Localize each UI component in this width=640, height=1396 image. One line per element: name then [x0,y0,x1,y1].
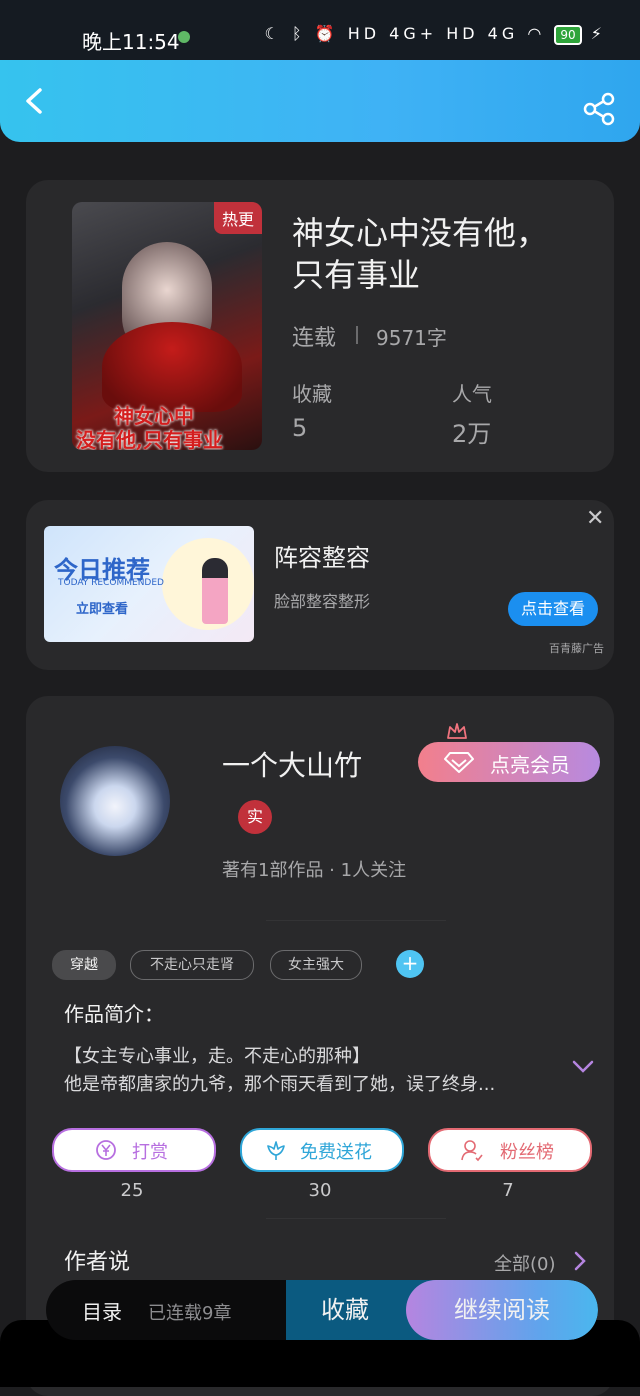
send-flower-button[interactable]: 免费送花 [240,1128,404,1172]
word-count: 9571字 [376,326,447,350]
yen-coin-icon [96,1140,116,1160]
ad-banner-image[interactable]: 今日推荐 TODAY RECOMMENDED 立即查看 [44,526,254,642]
send-flower-label: 免费送花 [300,1142,372,1163]
notification-dot-icon [178,31,190,43]
chevron-right-icon[interactable] [574,1251,586,1271]
book-cover[interactable]: 热更 神女心中 没有他,只有事业 [72,202,262,450]
ad-subtitle: 脸部整容整形 [274,592,371,611]
author-says-title: 作者说 [64,1250,131,1275]
back-arrow-icon[interactable] [22,88,48,114]
toc-button[interactable]: 目录 [82,1296,122,1325]
cover-title-line2: 没有他,只有事业 [76,428,223,450]
book-status: 连载 [292,326,337,351]
alarm-icon: ⏰ [314,24,339,43]
chapter-count: 已连载9章 [148,1303,232,1324]
share-icon[interactable] [582,92,616,126]
tip-button[interactable]: 打赏 [52,1128,216,1172]
section-divider [266,920,446,921]
network-label: HD 4G+ HD 4G [347,24,519,43]
cover-figure-dress [102,322,242,412]
status-bar: 晚上11:54 ☾ ᛒ ⏰ HD 4G+ HD 4G ◠ 90 ⚡ [0,0,640,60]
popularity-value: 2万 [452,420,492,448]
ad-view-button[interactable]: 点击查看 [508,592,598,626]
add-tag-button[interactable]: + [396,950,424,978]
ad-banner-cta: 立即查看 [76,602,129,617]
book-info-card: 热更 神女心中 没有他,只有事业 神女心中没有他，只有事业 连载 9571字 收… [26,180,614,472]
bottom-action-bar: 目录 已连载9章 收藏 继续阅读 [46,1280,598,1340]
ad-title: 阵容整容 [274,544,370,572]
status-icons: ☾ ᛒ ⏰ HD 4G+ HD 4G ◠ 90 ⚡ [265,24,606,45]
author-avatar[interactable] [60,746,170,856]
author-name[interactable]: 一个大山竹 [222,744,362,784]
intro-line-2: 他是帝都唐家的九爷，那个雨天看到了她，误了终身... [64,1074,496,1095]
chevron-down-icon[interactable] [572,1060,594,1074]
hot-update-badge: 热更 [213,202,262,234]
ad-close-icon[interactable]: ✕ [586,506,604,531]
intro-line-1: 【女主专心事业，走。不走心的那种】 [64,1046,370,1067]
tag-item[interactable]: 穿越 [52,950,116,980]
charging-icon: ⚡ [590,24,606,43]
intro-title: 作品简介： [64,1002,164,1026]
fans-count: 7 [502,1180,514,1201]
fans-ranking-label: 粉丝榜 [500,1142,554,1163]
bluetooth-icon: ᛒ [291,24,306,43]
flower-icon [267,1141,285,1160]
favorites-value: 5 [292,414,308,442]
book-title: 神女心中没有他，只有事业 [292,214,549,294]
wifi-icon: ◠ [527,24,546,43]
diamond-icon [444,752,474,773]
ad-banner-subtitle: TODAY RECOMMENDED [58,578,164,588]
tag-item[interactable]: 女主强大 [270,950,362,980]
favorites-label: 收藏 [292,382,332,406]
collect-label: 收藏 [321,1296,369,1324]
ad-banner-figure [202,558,228,624]
fans-ranking-button[interactable]: 粉丝榜 [428,1128,592,1172]
popularity-label: 人气 [452,382,492,406]
vip-button[interactable]: 点亮会员 [418,742,600,782]
top-header [0,60,640,142]
status-divider [356,326,358,344]
vip-button-label: 点亮会员 [490,753,570,777]
tip-count: 25 [120,1180,144,1201]
continue-reading-button[interactable]: 继续阅读 [406,1280,598,1340]
author-meta: 著有1部作品 · 1人关注 [222,860,407,881]
ad-card[interactable]: 今日推荐 TODAY RECOMMENDED 立即查看 阵容整容 脸部整容整形 … [26,500,614,670]
verified-badge: 实 [238,800,272,834]
fans-user-icon [461,1140,483,1162]
flower-count: 30 [308,1180,332,1201]
author-says-all-link[interactable]: 全部(0) [494,1250,556,1276]
ad-source-label: 百青藤广告 [549,642,604,655]
status-time: 晚上11:54 [82,30,180,54]
tag-item[interactable]: 不走心只走肾 [130,950,254,980]
battery-icon: 90 [554,25,582,45]
tip-label: 打赏 [132,1142,168,1163]
section-divider [266,1218,446,1219]
moon-icon: ☾ [264,24,283,43]
crown-icon [447,723,467,739]
